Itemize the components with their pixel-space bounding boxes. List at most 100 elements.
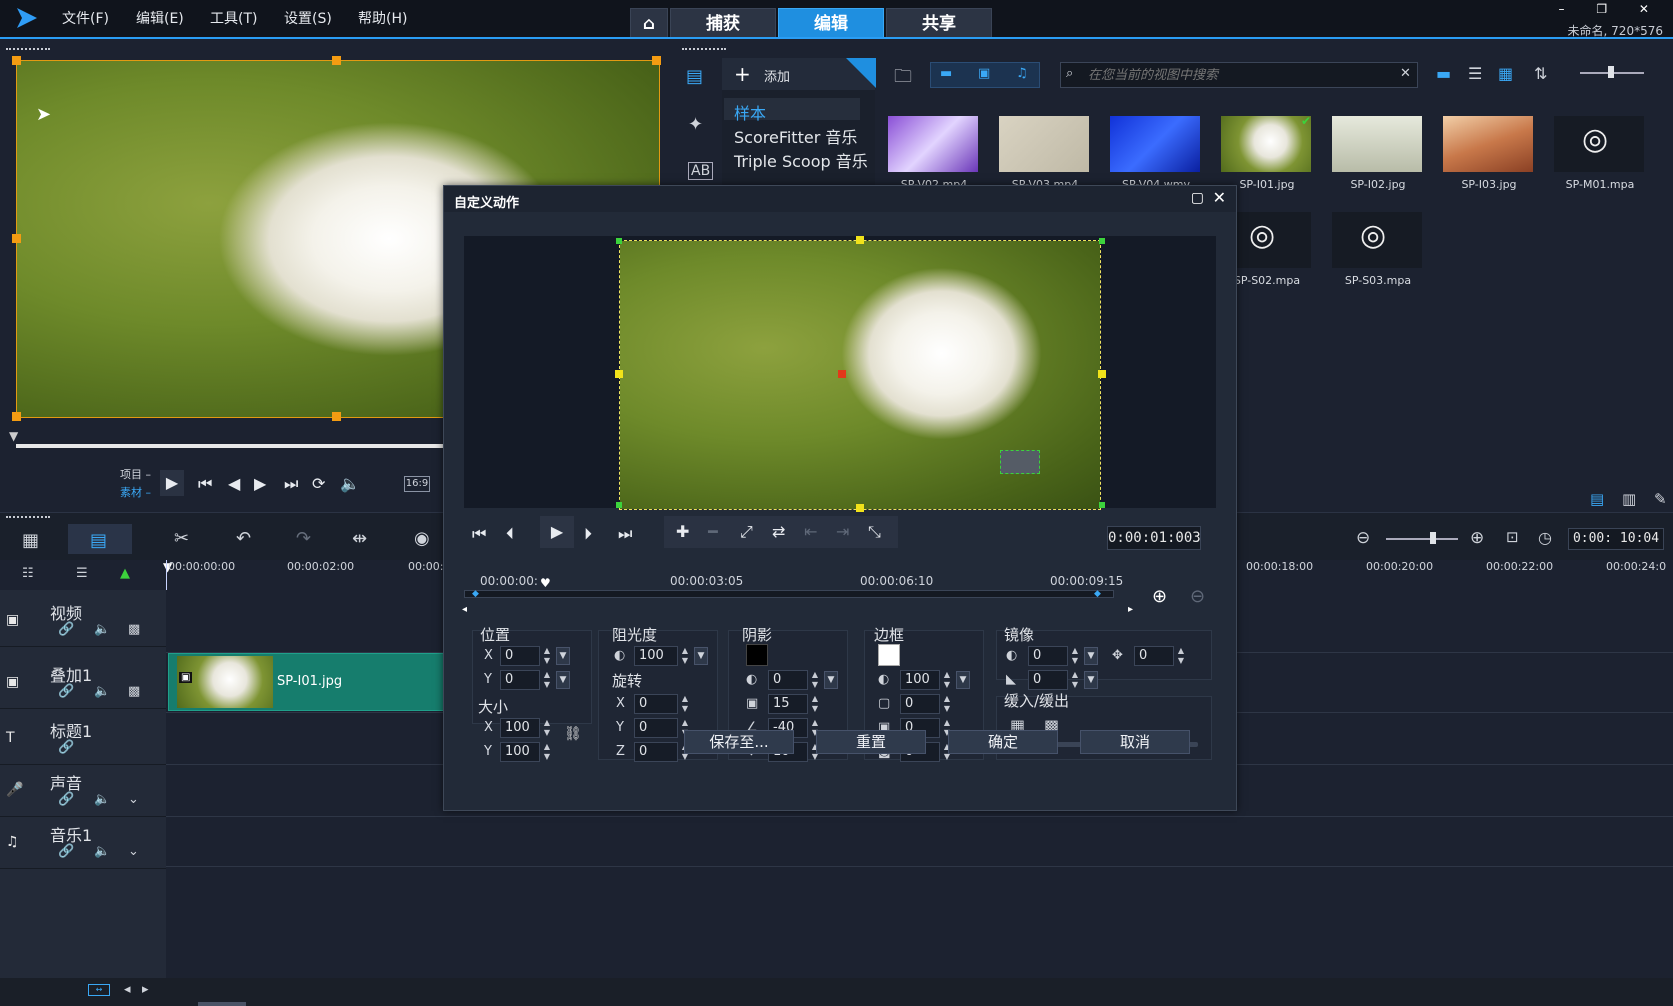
lock-ratio-icon[interactable]: ⛓: [564, 726, 582, 742]
center-point[interactable]: [838, 370, 846, 378]
add-chapter-icon[interactable]: ☰: [76, 566, 88, 581]
dropdown-icon[interactable]: ▼: [1084, 671, 1098, 689]
volume-button[interactable]: 🔈: [340, 474, 360, 493]
corner-handle[interactable]: [616, 238, 622, 244]
menu-edit[interactable]: 编辑(E): [136, 8, 184, 28]
dlg-playhead-icon[interactable]: ♥: [540, 576, 551, 590]
library-thumb[interactable]: SP-I02.jpg: [1326, 108, 1430, 200]
ok-button[interactable]: 确定: [948, 730, 1058, 754]
thumbnail-view-icon[interactable]: ▬: [1436, 64, 1451, 83]
spinner-icon[interactable]: ▲▼: [942, 694, 952, 714]
resize-handle[interactable]: [332, 412, 341, 421]
position-x-input[interactable]: 0: [500, 646, 540, 666]
dropdown-icon[interactable]: ▼: [956, 671, 970, 689]
link-icon[interactable]: 🔗: [58, 684, 74, 699]
shadow-opacity-input[interactable]: 0: [768, 670, 808, 690]
prev-frame-button[interactable]: ◀: [228, 474, 240, 493]
ripple-icon[interactable]: ▩: [128, 684, 140, 699]
copy-keyframe-icon[interactable]: ⤡: [868, 522, 881, 542]
dlg-play-button[interactable]: ▶: [540, 516, 574, 548]
window-controls[interactable]: – ❐ ✕: [1559, 2, 1663, 16]
spinner-icon[interactable]: ▲▼: [542, 670, 552, 690]
rotation-x-input[interactable]: 0: [634, 694, 678, 714]
spinner-icon[interactable]: ▲▼: [542, 742, 552, 762]
timeline-clip[interactable]: ▣ SP-I01.jpg: [168, 653, 446, 711]
scrubber-handle-icon[interactable]: ▼: [9, 429, 20, 443]
dropdown-icon[interactable]: ▼: [556, 647, 570, 665]
transition-icon[interactable]: ✦: [688, 114, 703, 135]
spinner-icon[interactable]: ▲▼: [1176, 646, 1186, 666]
reset-button[interactable]: 重置: [816, 730, 926, 754]
spinner-icon[interactable]: ▲▼: [810, 694, 820, 714]
project-mode-label[interactable]: 项目 –: [120, 466, 151, 482]
spinner-icon[interactable]: ▲▼: [680, 694, 690, 714]
resize-handle[interactable]: [12, 412, 21, 421]
tab-share[interactable]: 共享: [886, 8, 992, 38]
video-filter-icon[interactable]: ▬: [940, 66, 952, 81]
cancel-button[interactable]: 取消: [1080, 730, 1190, 754]
border-width-input[interactable]: 0: [900, 694, 940, 714]
dlg-next-frame-button[interactable]: ⏵: [584, 524, 592, 544]
tree-item-samples[interactable]: 样本: [734, 100, 766, 124]
sort-icon[interactable]: ⇅: [1534, 64, 1547, 83]
track-header-overlay[interactable]: ▣ 叠加1 🔗 🔈 ▩: [0, 658, 166, 709]
invert-keyframe-icon[interactable]: ⤢: [740, 522, 753, 542]
zoom-out-icon[interactable]: ⊖: [1356, 528, 1370, 548]
tab-capture[interactable]: 捕获: [670, 8, 776, 38]
scroll-right-icon[interactable]: ▸: [1128, 604, 1133, 615]
grid-view-icon[interactable]: ▦: [1498, 64, 1513, 83]
marker-icon[interactable]: ▲: [120, 566, 130, 581]
tab-edit[interactable]: 编辑: [778, 8, 884, 38]
swap-keyframe-icon[interactable]: ⇄: [772, 522, 785, 541]
go-end-button[interactable]: ⏭: [284, 474, 298, 494]
spinner-icon[interactable]: ▲▼: [542, 646, 552, 666]
play-button[interactable]: ▶: [160, 470, 184, 496]
tree-item-triplescoop[interactable]: Triple Scoop 音乐: [734, 148, 868, 172]
home-tab[interactable]: ⌂: [630, 8, 668, 38]
opacity-input[interactable]: 100: [634, 646, 678, 666]
library-layout-icon[interactable]: ▥: [1622, 490, 1636, 508]
dlg-go-end-button[interactable]: ⏭: [618, 524, 632, 544]
title-icon[interactable]: AB: [688, 162, 714, 180]
mute-icon[interactable]: 🔈: [94, 792, 110, 807]
menu-help[interactable]: 帮助(H): [358, 8, 407, 28]
library-options-icon[interactable]: ✎: [1654, 490, 1667, 508]
resize-handle[interactable]: [12, 234, 21, 243]
scroll-left-icon[interactable]: ◂: [124, 982, 131, 997]
border-color-swatch[interactable]: [878, 644, 900, 666]
link-icon[interactable]: 🔗: [58, 792, 74, 807]
corner-handle[interactable]: [1099, 502, 1105, 508]
thumb-size-slider-handle[interactable]: [1608, 66, 1614, 78]
resize-handle[interactable]: [856, 504, 864, 512]
panel-grip[interactable]: [6, 48, 50, 52]
position-y-input[interactable]: 0: [500, 670, 540, 690]
add-icon[interactable]: +: [734, 62, 751, 86]
library-thumb[interactable]: ◎ SP-M01.mpa: [1548, 108, 1652, 200]
remove-keyframe-icon[interactable]: ━: [708, 522, 718, 541]
scroll-left-icon[interactable]: ◂: [462, 604, 467, 615]
panel-grip[interactable]: [682, 48, 726, 52]
mirror-opacity-input[interactable]: 0: [1028, 646, 1068, 666]
track-header-voice[interactable]: 🎤 声音 🔗 🔈 ⌄: [0, 766, 166, 817]
mute-icon[interactable]: 🔈: [94, 622, 110, 637]
maximize-icon[interactable]: ▢: [1191, 190, 1204, 206]
spinner-icon[interactable]: ▲▼: [1070, 670, 1080, 690]
keyframe-marker[interactable]: ◆: [472, 589, 479, 599]
fit-project-icon[interactable]: ⇹: [352, 528, 367, 549]
dropdown-icon[interactable]: ▼: [556, 671, 570, 689]
shadow-blur-input[interactable]: 15: [768, 694, 808, 714]
dropdown-icon[interactable]: ▼: [694, 647, 708, 665]
dlg-go-start-button[interactable]: ⏮: [472, 524, 486, 544]
library-thumb[interactable]: SP-I03.jpg: [1437, 108, 1541, 200]
undo-icon[interactable]: ↶: [236, 528, 251, 549]
dialog-timecode[interactable]: 0:00:01:003: [1107, 526, 1201, 550]
mirror-fade-input[interactable]: 0: [1028, 670, 1068, 690]
menu-settings[interactable]: 设置(S): [284, 8, 332, 28]
clock-icon[interactable]: ◷: [1538, 528, 1552, 547]
size-x-input[interactable]: 100: [500, 718, 540, 738]
expand-icon[interactable]: ⌄: [128, 792, 139, 807]
resize-handle[interactable]: [615, 370, 623, 378]
corner-handle[interactable]: [616, 502, 622, 508]
size-y-input[interactable]: 100: [500, 742, 540, 762]
clear-search-icon[interactable]: ✕: [1400, 66, 1411, 81]
